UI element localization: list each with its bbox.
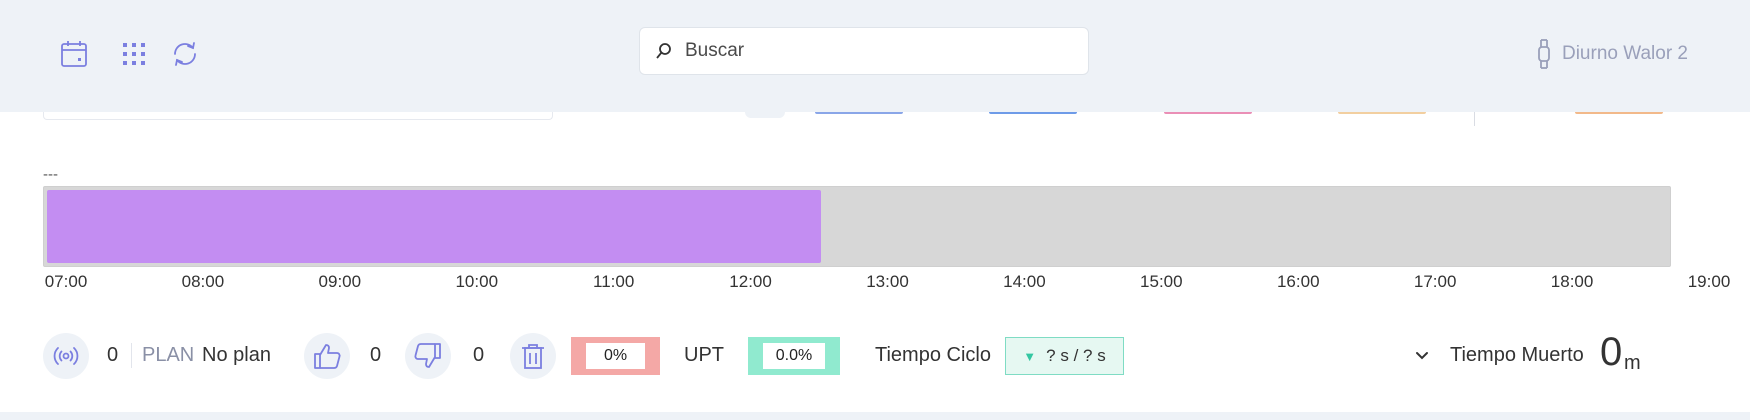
cycle-value: ? s / ? s xyxy=(1046,346,1106,365)
timeline-tick-label: 12:00 xyxy=(729,272,772,291)
top-bar: Diurno Walor 2 xyxy=(0,0,1750,112)
calendar-icon xyxy=(61,41,87,67)
search-icon xyxy=(656,43,671,59)
timeline-ticks: 07:00 08:00 09:00 10:00 11:00 12:00 13:00 14:00… xyxy=(0,272,1750,296)
cycle-label: Tiempo Ciclo xyxy=(875,344,991,366)
good-count: 0 xyxy=(370,344,382,366)
watch-icon xyxy=(1538,39,1550,69)
hidden-tab-pink xyxy=(1164,112,1252,114)
refresh-button[interactable] xyxy=(165,34,205,74)
hidden-divider xyxy=(1474,112,1475,126)
dashboard-panel: --- 07:00 08:00 09:00 10:00 11:00 12:00 13:00 1… xyxy=(0,112,1750,412)
hidden-tab-blue-2 xyxy=(989,112,1077,114)
search-input[interactable] xyxy=(683,39,1067,63)
timeline-tick-label: 19:00 xyxy=(1687,272,1731,291)
timeline-tick-label: 08:00 xyxy=(181,272,225,291)
timeline-tick-label: 17:00 xyxy=(1413,272,1457,291)
timeline-tick-label: 14:00 xyxy=(1003,272,1046,291)
signal-button[interactable] xyxy=(43,333,89,379)
scrap-percent-badge: 0% xyxy=(571,337,660,375)
hidden-tab-orange xyxy=(1338,112,1426,114)
dead-time-value: 0 xyxy=(1600,330,1623,374)
scrap-button[interactable] xyxy=(510,333,556,379)
good-parts-button[interactable] xyxy=(304,333,350,379)
timeline-tick-label: 15:00 xyxy=(1140,272,1183,291)
timeline-tick-label: 09:00 xyxy=(318,272,362,291)
user-menu[interactable]: Diurno Walor 2 xyxy=(1536,34,1688,74)
hidden-field-edge xyxy=(43,112,553,120)
timeline-tick-label: 18:00 xyxy=(1550,272,1594,291)
bad-parts-button[interactable] xyxy=(405,333,451,379)
cycle-time-badge[interactable]: ▼ ? s / ? s xyxy=(1005,337,1124,375)
timeline-tick-label: 13:00 xyxy=(866,272,909,291)
timeline-label: --- xyxy=(43,166,58,183)
refresh-icon xyxy=(174,42,196,66)
triangle-down-icon: ▼ xyxy=(1023,348,1037,364)
upt-value: 0.0% xyxy=(763,343,825,369)
plan-label: PLAN xyxy=(142,344,195,366)
scrap-percent: 0% xyxy=(586,343,645,369)
timeline-tick-label: 07:00 xyxy=(44,272,88,291)
shift-timeline[interactable] xyxy=(43,186,1671,267)
signal-icon xyxy=(53,347,79,365)
upt-label: UPT xyxy=(684,344,724,366)
divider xyxy=(131,343,132,368)
timeline-tick-label: 16:00 xyxy=(1276,272,1320,291)
user-name: Diurno Walor 2 xyxy=(1561,43,1688,64)
timeline-progress xyxy=(47,190,821,263)
dead-time-label: Tiempo Muerto xyxy=(1450,344,1584,366)
hidden-circle-edge xyxy=(745,112,785,118)
bad-count: 0 xyxy=(473,344,485,366)
upt-badge: 0.0% xyxy=(748,337,840,375)
hidden-tab-orange-2 xyxy=(1575,112,1663,114)
thumbs-up-icon xyxy=(314,344,341,369)
trash-icon xyxy=(522,344,544,369)
apps-grid-button[interactable] xyxy=(114,34,154,74)
chevron-down-icon[interactable] xyxy=(1414,348,1430,364)
search-box[interactable] xyxy=(639,27,1089,75)
dead-time-unit: m xyxy=(1624,352,1641,374)
thumbs-down-icon xyxy=(414,343,441,368)
calendar-button[interactable] xyxy=(54,34,94,74)
signal-count: 0 xyxy=(107,344,119,366)
stats-row: 0 PLAN No plan 0 0 0% UPT 0.0% Tiempo Ci… xyxy=(0,330,1750,382)
grid-icon xyxy=(123,43,145,65)
hidden-tab-blue xyxy=(815,112,903,114)
timeline-tick-label: 11:00 xyxy=(593,272,635,291)
plan-value: No plan xyxy=(202,344,271,366)
timeline-tick-label: 10:00 xyxy=(455,272,499,291)
